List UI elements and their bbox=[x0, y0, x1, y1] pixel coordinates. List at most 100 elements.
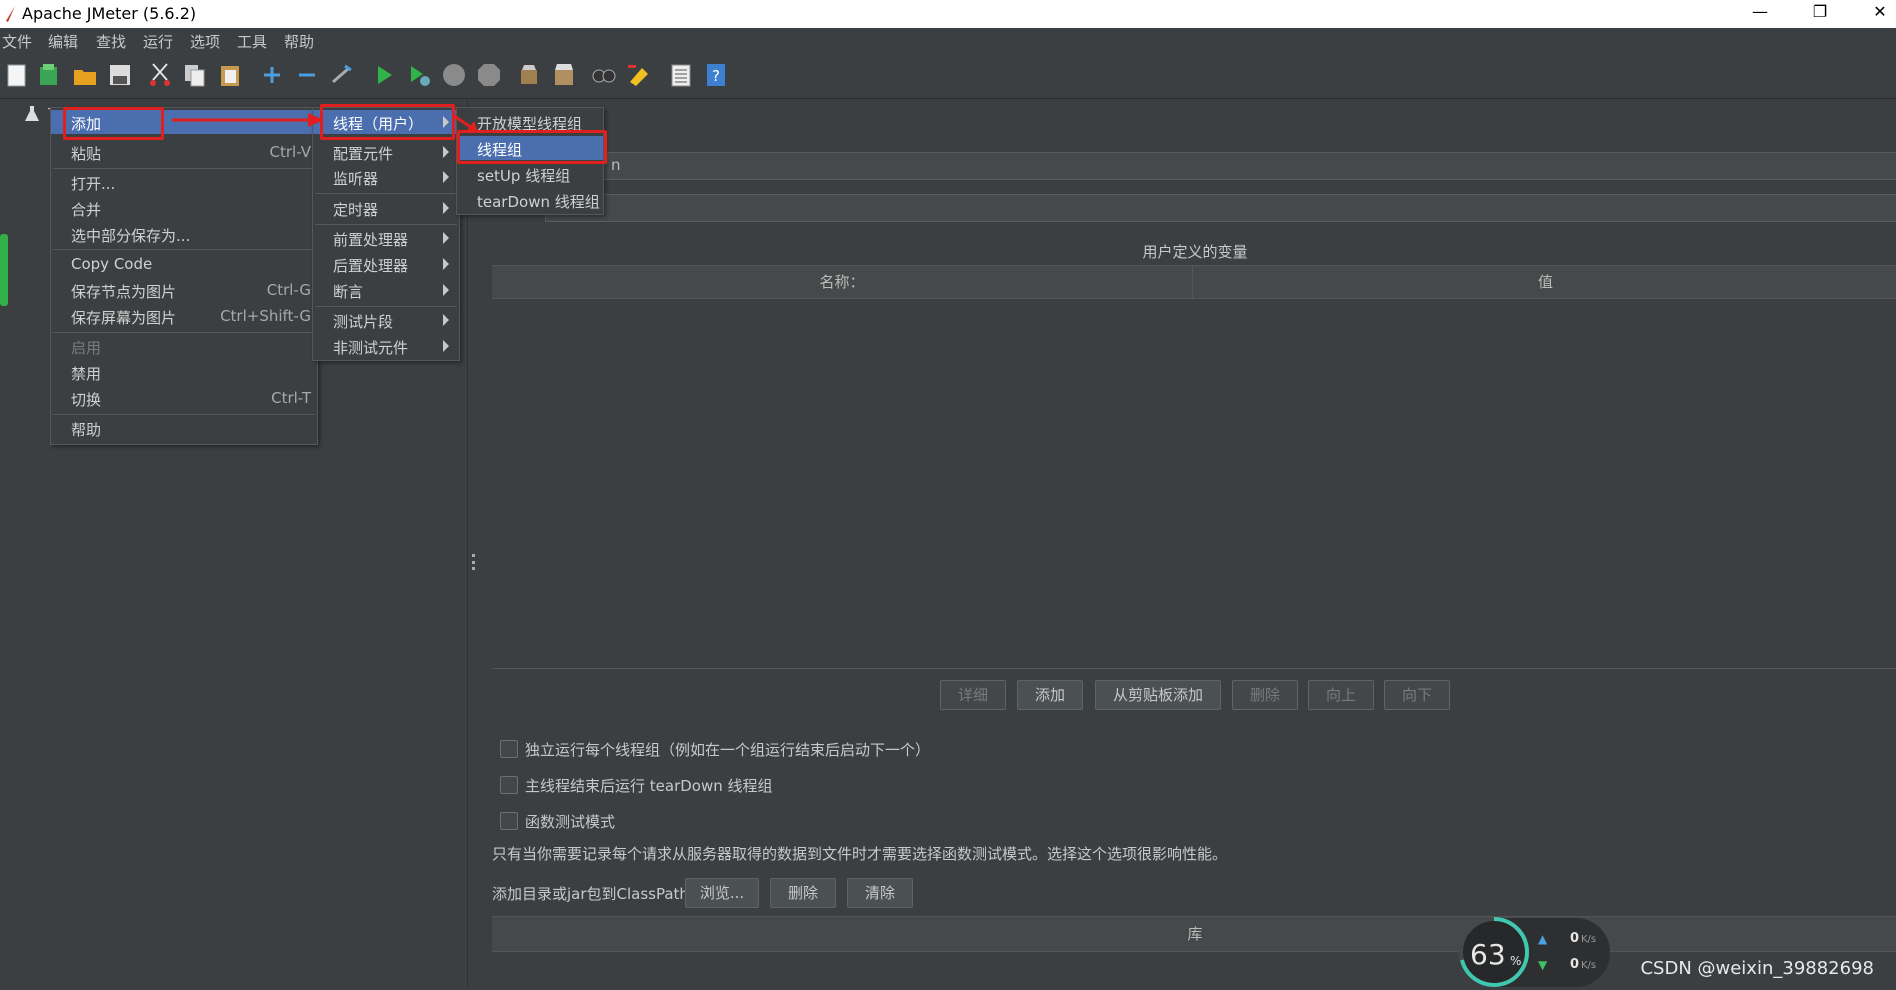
reset-search-icon[interactable] bbox=[626, 62, 652, 88]
serialize-threadgroups-label: 独立运行每个线程组（例如在一个组运行结束后启动下一个） bbox=[525, 741, 931, 759]
toggle-icon[interactable] bbox=[329, 62, 355, 88]
menu-options[interactable]: 选项 bbox=[190, 31, 220, 52]
start-no-pause-icon[interactable] bbox=[406, 62, 432, 88]
menu-run[interactable]: 运行 bbox=[143, 31, 173, 52]
submenu-item-setup-thread-group[interactable]: setUp 线程组 bbox=[457, 162, 603, 186]
upload-speed: 0 bbox=[1570, 931, 1580, 946]
menu-bar: 文件 编辑 查找 运行 选项 工具 帮助 bbox=[0, 28, 1896, 52]
submenu-item-test-fragment[interactable]: 测试片段 bbox=[313, 308, 459, 332]
delete-button[interactable]: 删除 bbox=[1232, 680, 1298, 710]
close-icon[interactable]: ✕ bbox=[1860, 2, 1896, 21]
comment-field[interactable] bbox=[545, 194, 1896, 222]
menu-separator bbox=[53, 249, 315, 250]
submenu-item-assertion[interactable]: 断言 bbox=[313, 278, 459, 302]
move-down-button[interactable]: 向下 bbox=[1384, 680, 1450, 710]
jmeter-feather-icon bbox=[6, 6, 15, 22]
menu-item-disable[interactable]: 禁用 bbox=[51, 360, 317, 384]
restore-icon[interactable]: ❐ bbox=[1800, 2, 1840, 21]
move-up-button[interactable]: 向上 bbox=[1308, 680, 1374, 710]
highlight-add-box bbox=[63, 107, 164, 140]
menu-tools[interactable]: 工具 bbox=[237, 31, 267, 52]
search-icon[interactable] bbox=[591, 62, 617, 88]
function-helper-icon[interactable] bbox=[668, 62, 694, 88]
copy-icon[interactable] bbox=[182, 62, 208, 88]
user-vars-title: 用户定义的变量 bbox=[1142, 243, 1248, 261]
test-plan-icon bbox=[25, 106, 39, 121]
teardown-on-shutdown-checkbox[interactable] bbox=[500, 776, 518, 794]
menu-item-paste[interactable]: 粘贴 Ctrl-V bbox=[51, 140, 317, 164]
add-button[interactable]: 添加 bbox=[1017, 680, 1083, 710]
templates-icon[interactable] bbox=[36, 62, 62, 88]
stop-icon[interactable] bbox=[441, 62, 467, 88]
menu-file[interactable]: 文件 bbox=[2, 31, 32, 52]
menu-item-copy-code[interactable]: Copy Code bbox=[51, 252, 317, 276]
title-bar: Apache JMeter (5.6.2) — ❐ ✕ bbox=[0, 0, 1896, 28]
col-value-header[interactable]: 值 bbox=[1193, 265, 1896, 299]
menu-edit[interactable]: 编辑 bbox=[48, 31, 78, 52]
teardown-on-shutdown-label: 主线程结束后运行 tearDown 线程组 bbox=[525, 777, 773, 795]
menu-search[interactable]: 查找 bbox=[96, 31, 126, 52]
menu-item-save-screen-image[interactable]: 保存屏幕为图片 Ctrl+Shift-G bbox=[51, 304, 317, 328]
paste-icon[interactable] bbox=[217, 62, 243, 88]
highlight-threads-box bbox=[320, 104, 455, 140]
classpath-clear-button[interactable]: 清除 bbox=[847, 878, 913, 908]
submenu-item-config[interactable]: 配置元件 bbox=[313, 140, 459, 164]
menu-help[interactable]: 帮助 bbox=[284, 31, 314, 52]
collapse-icon[interactable] bbox=[294, 62, 320, 88]
submenu-item-non-test[interactable]: 非测试元件 bbox=[313, 334, 459, 358]
classpath-label: 添加目录或jar包到ClassPath bbox=[492, 885, 689, 903]
download-unit: K/s bbox=[1581, 960, 1597, 971]
add-from-clipboard-button[interactable]: 从剪贴板添加 bbox=[1095, 680, 1221, 710]
name-field-text: n bbox=[611, 156, 621, 174]
new-icon[interactable] bbox=[4, 62, 30, 88]
menu-separator bbox=[315, 306, 457, 307]
submenu-item-preprocessor[interactable]: 前置处理器 bbox=[313, 226, 459, 250]
submenu-item-listener[interactable]: 监听器 bbox=[313, 165, 459, 189]
open-icon[interactable] bbox=[72, 62, 98, 88]
download-arrow-icon: ▼ bbox=[1538, 958, 1548, 972]
clear-icon[interactable] bbox=[516, 62, 542, 88]
functional-mode-label: 函数测试模式 bbox=[525, 813, 616, 831]
name-field[interactable]: n bbox=[490, 152, 1896, 180]
menu-item-save-node-image[interactable]: 保存节点为图片 Ctrl-G bbox=[51, 278, 317, 302]
download-speed: 0 bbox=[1570, 957, 1580, 972]
clear-all-icon[interactable] bbox=[551, 62, 577, 88]
divider-grip-icon[interactable] bbox=[472, 554, 478, 570]
menu-separator bbox=[315, 193, 457, 194]
window-title: Apache JMeter (5.6.2) bbox=[22, 4, 197, 23]
start-icon[interactable] bbox=[371, 62, 397, 88]
user-vars-table-body[interactable] bbox=[492, 298, 1896, 669]
shutdown-icon[interactable] bbox=[476, 62, 502, 88]
tree-scroll-indicator bbox=[0, 234, 8, 306]
cut-icon[interactable] bbox=[147, 62, 173, 88]
functional-mode-checkbox[interactable] bbox=[500, 812, 518, 830]
submenu-item-timer[interactable]: 定时器 bbox=[313, 196, 459, 220]
menu-item-toggle[interactable]: 切换 Ctrl-T bbox=[51, 386, 317, 410]
detail-button[interactable]: 详细 bbox=[940, 680, 1006, 710]
menu-item-open[interactable]: 打开... bbox=[51, 170, 317, 194]
menu-item-enable[interactable]: 启用 bbox=[51, 334, 317, 358]
add-submenu: 线程（用户） 配置元件 监听器 定时器 前置处理器 后置处理器 断言 测试片段 … bbox=[312, 107, 460, 361]
library-header[interactable]: 库 bbox=[492, 916, 1896, 952]
test-plan-panel: n 用户定义的变量 名称： 值 详细 添加 从剪贴板添加 删除 向上 向下 独立… bbox=[480, 99, 1896, 987]
serialize-threadgroups-checkbox[interactable] bbox=[500, 740, 518, 758]
svg-text:?: ? bbox=[712, 67, 720, 85]
help-icon[interactable]: ? bbox=[703, 62, 729, 88]
submenu-item-teardown-thread-group[interactable]: tearDown 线程组 bbox=[457, 188, 603, 212]
expand-icon[interactable] bbox=[259, 62, 285, 88]
upload-unit: K/s bbox=[1581, 934, 1597, 945]
menu-item-save-selection[interactable]: 选中部分保存为... bbox=[51, 222, 317, 246]
browse-button[interactable]: 浏览... bbox=[685, 878, 759, 908]
upload-arrow-icon: ▲ bbox=[1538, 932, 1548, 946]
save-icon[interactable] bbox=[107, 62, 133, 88]
menu-item-help[interactable]: 帮助 bbox=[51, 416, 317, 440]
functional-mode-note: 只有当你需要记录每个请求从服务器取得的数据到文件时才需要选择函数测试模式。选择这… bbox=[492, 845, 1228, 863]
menu-separator bbox=[53, 168, 315, 169]
minimize-icon[interactable]: — bbox=[1740, 2, 1780, 21]
classpath-delete-button[interactable]: 删除 bbox=[770, 878, 836, 908]
net-speed-widget: 63 % ▲ ▼ 0 K/s 0 K/s bbox=[1459, 917, 1610, 987]
split-divider[interactable] bbox=[467, 99, 481, 987]
submenu-item-postprocessor[interactable]: 后置处理器 bbox=[313, 252, 459, 276]
menu-item-merge[interactable]: 合并 bbox=[51, 196, 317, 220]
col-name-header[interactable]: 名称： bbox=[492, 265, 1193, 299]
